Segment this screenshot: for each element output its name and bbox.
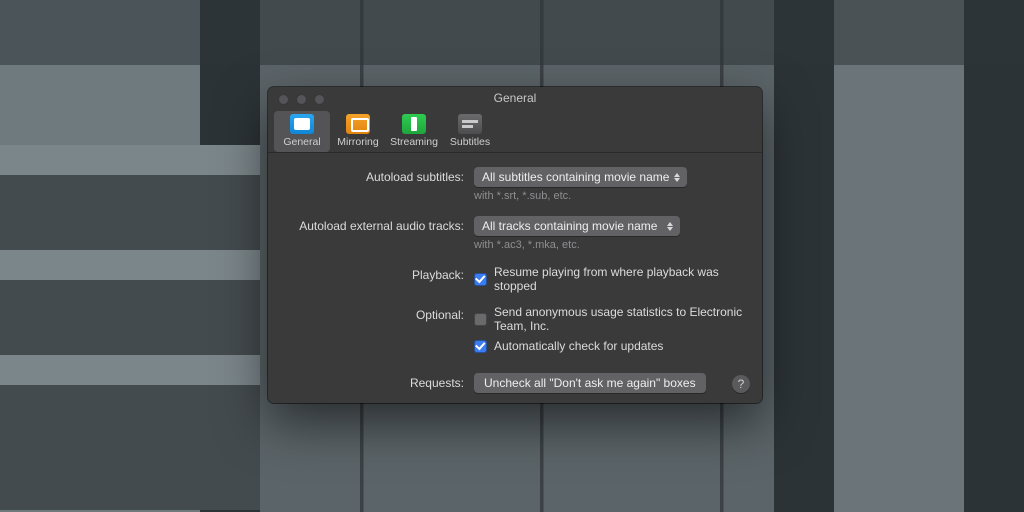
select-autoload-subtitles[interactable]: All subtitles containing movie name: [474, 167, 687, 187]
checkbox-usage-stats[interactable]: Send anonymous usage statistics to Elect…: [474, 305, 744, 333]
preferences-content: Autoload subtitles: All subtitles contai…: [268, 153, 762, 393]
tab-general[interactable]: General: [274, 111, 330, 152]
select-autoload-audio[interactable]: All tracks containing movie name: [474, 216, 680, 236]
help-icon: ?: [738, 377, 745, 391]
tab-label: General: [283, 136, 320, 148]
tab-label: Subtitles: [450, 136, 490, 148]
streaming-icon: [402, 114, 426, 134]
uncheck-requests-button[interactable]: Uncheck all "Don't ask me again" boxes: [474, 373, 706, 393]
subtitles-icon: [458, 114, 482, 134]
label-autoload-audio: Autoload external audio tracks:: [286, 216, 474, 233]
label-optional: Optional:: [286, 305, 474, 322]
window-title: General: [268, 91, 762, 105]
label-autoload-subtitles: Autoload subtitles:: [286, 167, 474, 184]
updown-icon: [670, 169, 684, 185]
titlebar[interactable]: General: [268, 87, 762, 107]
updown-icon: [663, 218, 677, 234]
preferences-toolbar: General Mirroring Streaming Subtitles: [268, 107, 762, 153]
label-playback: Playback:: [286, 265, 474, 282]
checkbox-resume-playback[interactable]: Resume playing from where playback was s…: [474, 265, 744, 293]
tab-label: Mirroring: [337, 136, 378, 148]
checkbox-label: Send anonymous usage statistics to Elect…: [494, 305, 744, 333]
background-shadow: [0, 0, 1024, 65]
help-button[interactable]: ?: [732, 375, 750, 393]
tab-subtitles[interactable]: Subtitles: [442, 111, 498, 152]
checkbox-check-updates[interactable]: Automatically check for updates: [474, 339, 744, 353]
select-value: All subtitles containing movie name: [482, 170, 669, 184]
tab-label: Streaming: [390, 136, 438, 148]
checkbox-label: Resume playing from where playback was s…: [494, 265, 744, 293]
checkbox-icon: [474, 313, 487, 326]
tab-mirroring[interactable]: Mirroring: [330, 111, 386, 152]
checkbox-icon: [474, 340, 487, 353]
button-label: Uncheck all "Don't ask me again" boxes: [484, 376, 696, 390]
tab-streaming[interactable]: Streaming: [386, 111, 442, 152]
hint-autoload-subtitles: with *.srt, *.sub, etc.: [474, 190, 744, 202]
checkbox-icon: [474, 273, 487, 286]
preferences-window: General General Mirroring Streaming Subt…: [268, 87, 762, 403]
general-icon: [290, 114, 314, 134]
checkbox-label: Automatically check for updates: [494, 339, 663, 353]
hint-autoload-audio: with *.ac3, *.mka, etc.: [474, 239, 744, 251]
label-requests: Requests:: [286, 373, 474, 390]
select-value: All tracks containing movie name: [482, 219, 657, 233]
mirroring-icon: [346, 114, 370, 134]
